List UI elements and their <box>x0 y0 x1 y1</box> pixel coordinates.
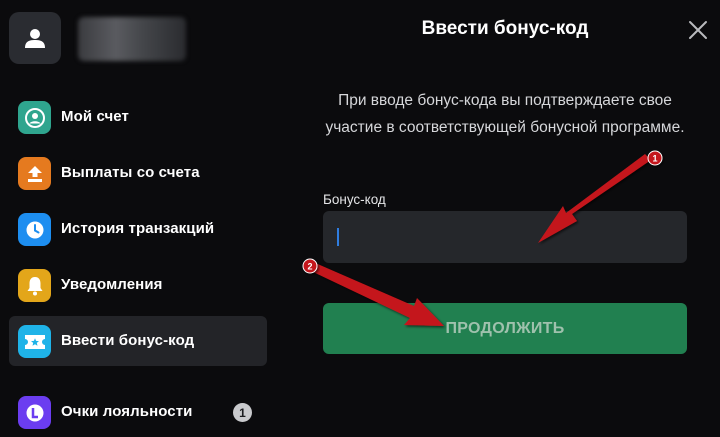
sidebar-item-label: Выплаты со счета <box>61 164 200 181</box>
notification-badge: 1 <box>233 403 252 422</box>
description-text: При вводе бонус-кода вы подтверждаете св… <box>325 92 685 136</box>
sidebar-item-label: Ввести бонус-код <box>61 332 195 349</box>
clock-icon <box>18 213 51 246</box>
bonus-code-input[interactable] <box>323 211 687 263</box>
sidebar-item-label: Очки лояльности <box>61 403 193 420</box>
sidebar-item-label: Уведомления <box>61 276 163 293</box>
avatar[interactable] <box>9 12 61 64</box>
sidebar-item-loyalty-points[interactable]: Очки лояльности 1 <box>9 387 267 437</box>
loyalty-icon <box>18 396 51 429</box>
text-cursor <box>337 228 339 246</box>
upload-icon <box>18 157 51 190</box>
sidebar-item-my-account[interactable]: Мой счет <box>9 92 267 142</box>
bell-icon <box>18 269 51 302</box>
sidebar: Мой счет Выплаты со счета История транза… <box>0 0 275 437</box>
user-icon <box>25 29 45 48</box>
ticket-icon <box>18 325 51 358</box>
continue-button[interactable]: ПРОДОЛЖИТЬ <box>323 303 687 354</box>
sidebar-item-transaction-history[interactable]: История транзакций <box>9 204 267 254</box>
sidebar-item-label: История транзакций <box>61 220 215 237</box>
bonus-code-label: Бонус-код <box>323 192 386 207</box>
sidebar-item-bonus-code[interactable]: Ввести бонус-код <box>9 316 267 366</box>
close-button[interactable] <box>687 19 709 41</box>
sidebar-item-notifications[interactable]: Уведомления <box>9 260 267 310</box>
page-title: Ввести бонус-код <box>421 18 589 39</box>
sidebar-item-label: Мой счет <box>61 108 129 125</box>
account-icon <box>18 101 51 134</box>
sidebar-item-withdrawals[interactable]: Выплаты со счета <box>9 148 267 198</box>
close-icon <box>689 21 707 39</box>
username-blurred <box>78 17 186 61</box>
bonus-code-panel: Ввести бонус-код При вводе бонус-кода вы… <box>275 0 720 437</box>
